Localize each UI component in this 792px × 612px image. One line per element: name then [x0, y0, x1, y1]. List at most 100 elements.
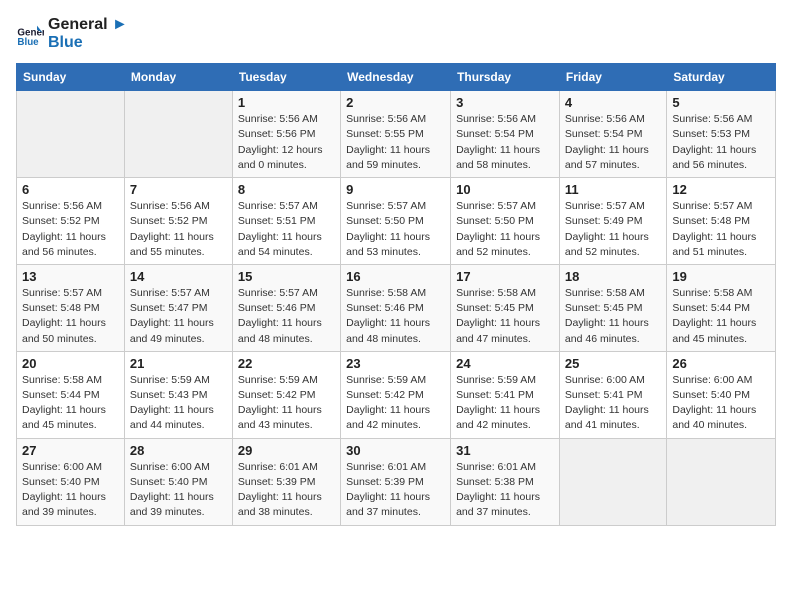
day-number: 13: [22, 269, 119, 284]
day-number: 28: [130, 443, 227, 458]
day-number: 25: [565, 356, 661, 371]
day-info: Sunrise: 5:59 AMSunset: 5:42 PMDaylight:…: [238, 373, 335, 434]
day-info: Sunrise: 5:56 AMSunset: 5:52 PMDaylight:…: [22, 199, 119, 260]
day-info: Sunrise: 5:57 AMSunset: 5:48 PMDaylight:…: [22, 286, 119, 347]
weekday-header-cell: Wednesday: [341, 64, 451, 91]
calendar-cell: [667, 438, 776, 525]
calendar-cell: 4 Sunrise: 5:56 AMSunset: 5:54 PMDaylight…: [559, 91, 666, 178]
day-info: Sunrise: 5:58 AMSunset: 5:45 PMDaylight:…: [456, 286, 554, 347]
day-info: Sunrise: 5:57 AMSunset: 5:47 PMDaylight:…: [130, 286, 227, 347]
page-header: General Blue General ► Blue: [16, 16, 776, 51]
day-number: 20: [22, 356, 119, 371]
calendar-cell: 13 Sunrise: 5:57 AMSunset: 5:48 PMDayligh…: [17, 264, 125, 351]
day-number: 18: [565, 269, 661, 284]
day-number: 2: [346, 95, 445, 110]
calendar-cell: 29 Sunrise: 6:01 AMSunset: 5:39 PMDayligh…: [232, 438, 340, 525]
weekday-header-cell: Tuesday: [232, 64, 340, 91]
weekday-header-cell: Thursday: [451, 64, 560, 91]
day-number: 14: [130, 269, 227, 284]
calendar-cell: 3Sunrise: 5:56 AMSunset: 5:54 PMDaylight…: [451, 91, 560, 178]
logo: General Blue General ► Blue: [16, 16, 128, 51]
calendar-cell: 15Sunrise: 5:57 AMSunset: 5:46 PMDayligh…: [232, 264, 340, 351]
day-number: 17: [456, 269, 554, 284]
calendar-cell: 10 Sunrise: 5:57 AMSunset: 5:50 PMDayligh…: [451, 178, 560, 265]
day-number: 30: [346, 443, 445, 458]
day-number: 21: [130, 356, 227, 371]
day-number: 16: [346, 269, 445, 284]
day-info: Sunrise: 5:57 AMSunset: 5:46 PMDaylight:…: [238, 286, 335, 347]
calendar-cell: 1 Sunrise: 5:56 AMSunset: 5:56 PMDaylight…: [232, 91, 340, 178]
calendar-table: SundayMondayTuesdayWednesdayThursdayFrid…: [16, 63, 776, 525]
calendar-cell: 9 Sunrise: 5:57 AMSunset: 5:50 PMDaylight…: [341, 178, 451, 265]
weekday-header-cell: Sunday: [17, 64, 125, 91]
calendar-week-row: 13 Sunrise: 5:57 AMSunset: 5:48 PMDayligh…: [17, 264, 776, 351]
calendar-week-row: 6 Sunrise: 5:56 AMSunset: 5:52 PMDaylight…: [17, 178, 776, 265]
calendar-cell: 27 Sunrise: 6:00 AMSunset: 5:40 PMDayligh…: [17, 438, 125, 525]
calendar-cell: 7 Sunrise: 5:56 AMSunset: 5:52 PMDaylight…: [124, 178, 232, 265]
day-number: 8: [238, 182, 335, 197]
calendar-cell: [17, 91, 125, 178]
day-info: Sunrise: 5:58 AMSunset: 5:45 PMDaylight:…: [565, 286, 661, 347]
day-number: 10: [456, 182, 554, 197]
calendar-cell: 5 Sunrise: 5:56 AMSunset: 5:53 PMDaylight…: [667, 91, 776, 178]
day-info: Sunrise: 5:58 AMSunset: 5:46 PMDaylight:…: [346, 286, 445, 347]
calendar-cell: 14 Sunrise: 5:57 AMSunset: 5:47 PMDayligh…: [124, 264, 232, 351]
day-info: Sunrise: 5:57 AMSunset: 5:50 PMDaylight:…: [346, 199, 445, 260]
calendar-cell: 11 Sunrise: 5:57 AMSunset: 5:49 PMDayligh…: [559, 178, 666, 265]
day-number: 23: [346, 356, 445, 371]
day-info: Sunrise: 5:59 AMSunset: 5:41 PMDaylight:…: [456, 373, 554, 434]
calendar-cell: 24 Sunrise: 5:59 AMSunset: 5:41 PMDayligh…: [451, 351, 560, 438]
day-number: 5: [672, 95, 770, 110]
day-number: 27: [22, 443, 119, 458]
calendar-cell: 19 Sunrise: 5:58 AMSunset: 5:44 PMDayligh…: [667, 264, 776, 351]
calendar-week-row: 20Sunrise: 5:58 AMSunset: 5:44 PMDayligh…: [17, 351, 776, 438]
calendar-cell: 12Sunrise: 5:57 AMSunset: 5:48 PMDayligh…: [667, 178, 776, 265]
day-info: Sunrise: 6:00 AMSunset: 5:41 PMDaylight:…: [565, 373, 661, 434]
day-info: Sunrise: 6:00 AMSunset: 5:40 PMDaylight:…: [130, 460, 227, 521]
calendar-cell: 31Sunrise: 6:01 AMSunset: 5:38 PMDayligh…: [451, 438, 560, 525]
calendar-cell: 17 Sunrise: 5:58 AMSunset: 5:45 PMDayligh…: [451, 264, 560, 351]
day-number: 1: [238, 95, 335, 110]
day-info: Sunrise: 6:00 AMSunset: 5:40 PMDaylight:…: [22, 460, 119, 521]
calendar-cell: 2Sunrise: 5:56 AMSunset: 5:55 PMDaylight…: [341, 91, 451, 178]
calendar-body: 1 Sunrise: 5:56 AMSunset: 5:56 PMDaylight…: [17, 91, 776, 525]
day-number: 31: [456, 443, 554, 458]
day-number: 12: [672, 182, 770, 197]
calendar-cell: 20Sunrise: 5:58 AMSunset: 5:44 PMDayligh…: [17, 351, 125, 438]
day-info: Sunrise: 5:58 AMSunset: 5:44 PMDaylight:…: [672, 286, 770, 347]
day-number: 19: [672, 269, 770, 284]
calendar-cell: 16 Sunrise: 5:58 AMSunset: 5:46 PMDayligh…: [341, 264, 451, 351]
logo-icon: General Blue: [16, 20, 44, 48]
day-info: Sunrise: 5:56 AMSunset: 5:56 PMDaylight:…: [238, 112, 335, 173]
day-info: Sunrise: 5:57 AMSunset: 5:49 PMDaylight:…: [565, 199, 661, 260]
weekday-header-cell: Friday: [559, 64, 666, 91]
day-info: Sunrise: 5:56 AMSunset: 5:54 PMDaylight:…: [456, 112, 554, 173]
day-info: Sunrise: 5:56 AMSunset: 5:52 PMDaylight:…: [130, 199, 227, 260]
calendar-week-row: 27 Sunrise: 6:00 AMSunset: 5:40 PMDayligh…: [17, 438, 776, 525]
calendar-cell: 25 Sunrise: 6:00 AMSunset: 5:41 PMDayligh…: [559, 351, 666, 438]
day-number: 26: [672, 356, 770, 371]
calendar-cell: 26 Sunrise: 6:00 AMSunset: 5:40 PMDayligh…: [667, 351, 776, 438]
day-info: Sunrise: 5:56 AMSunset: 5:53 PMDaylight:…: [672, 112, 770, 173]
calendar-cell: 22Sunrise: 5:59 AMSunset: 5:42 PMDayligh…: [232, 351, 340, 438]
day-info: Sunrise: 6:00 AMSunset: 5:40 PMDaylight:…: [672, 373, 770, 434]
calendar-cell: 30Sunrise: 6:01 AMSunset: 5:39 PMDayligh…: [341, 438, 451, 525]
calendar-cell: 8Sunrise: 5:57 AMSunset: 5:51 PMDaylight…: [232, 178, 340, 265]
calendar-cell: [124, 91, 232, 178]
weekday-header-row: SundayMondayTuesdayWednesdayThursdayFrid…: [17, 64, 776, 91]
day-number: 6: [22, 182, 119, 197]
day-number: 24: [456, 356, 554, 371]
day-info: Sunrise: 6:01 AMSunset: 5:39 PMDaylight:…: [238, 460, 335, 521]
day-number: 29: [238, 443, 335, 458]
calendar-cell: 6 Sunrise: 5:56 AMSunset: 5:52 PMDaylight…: [17, 178, 125, 265]
svg-text:Blue: Blue: [17, 37, 39, 48]
calendar-cell: 23Sunrise: 5:59 AMSunset: 5:42 PMDayligh…: [341, 351, 451, 438]
day-number: 9: [346, 182, 445, 197]
day-info: Sunrise: 5:57 AMSunset: 5:50 PMDaylight:…: [456, 199, 554, 260]
day-info: Sunrise: 5:56 AMSunset: 5:54 PMDaylight:…: [565, 112, 661, 173]
day-number: 4: [565, 95, 661, 110]
day-number: 11: [565, 182, 661, 197]
calendar-cell: 18 Sunrise: 5:58 AMSunset: 5:45 PMDayligh…: [559, 264, 666, 351]
calendar-cell: 28 Sunrise: 6:00 AMSunset: 5:40 PMDayligh…: [124, 438, 232, 525]
day-number: 7: [130, 182, 227, 197]
